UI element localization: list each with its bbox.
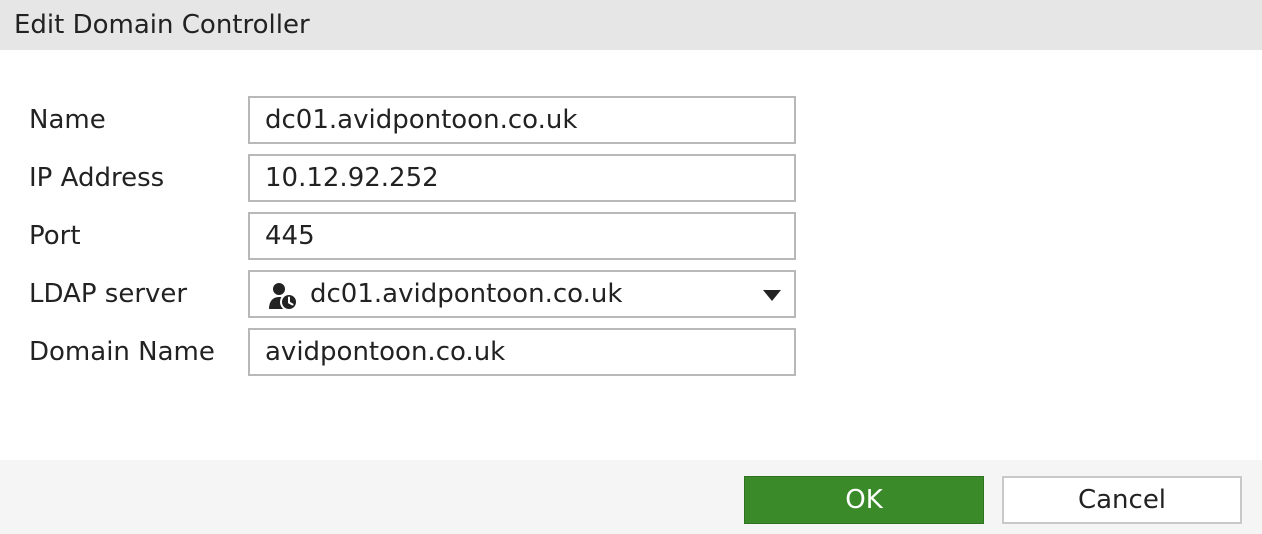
port-input[interactable] — [248, 212, 796, 260]
caret-down-icon[interactable] — [763, 290, 781, 301]
dialog-title: Edit Domain Controller — [14, 10, 310, 40]
name-label: Name — [29, 105, 106, 135]
ip-address-row: IP Address — [0, 154, 1262, 202]
ldap-server-value: dc01.avidpontoon.co.uk — [310, 279, 623, 309]
ldap-server-label: LDAP server — [29, 279, 188, 309]
cancel-button[interactable]: Cancel — [1002, 476, 1242, 524]
domain-name-label: Domain Name — [29, 337, 215, 367]
ip-address-input[interactable] — [248, 154, 796, 202]
dialog-header: Edit Domain Controller — [0, 0, 1262, 50]
name-row: Name — [0, 96, 1262, 144]
user-clock-icon — [269, 283, 298, 310]
ok-button[interactable]: OK — [744, 476, 984, 524]
domain-name-input[interactable] — [248, 328, 796, 376]
ip-address-label: IP Address — [29, 163, 165, 193]
ldap-server-row: LDAP server dc01.avidpontoon.co.uk — [0, 270, 1262, 318]
ldap-server-select[interactable]: dc01.avidpontoon.co.uk — [248, 270, 796, 318]
domain-name-row: Domain Name — [0, 328, 1262, 376]
edit-domain-controller-dialog: Edit Domain Controller Name IP Address P… — [0, 0, 1262, 534]
port-row: Port — [0, 212, 1262, 260]
name-input[interactable] — [248, 96, 796, 144]
port-label: Port — [29, 221, 81, 251]
dialog-footer: OK Cancel — [0, 460, 1262, 534]
